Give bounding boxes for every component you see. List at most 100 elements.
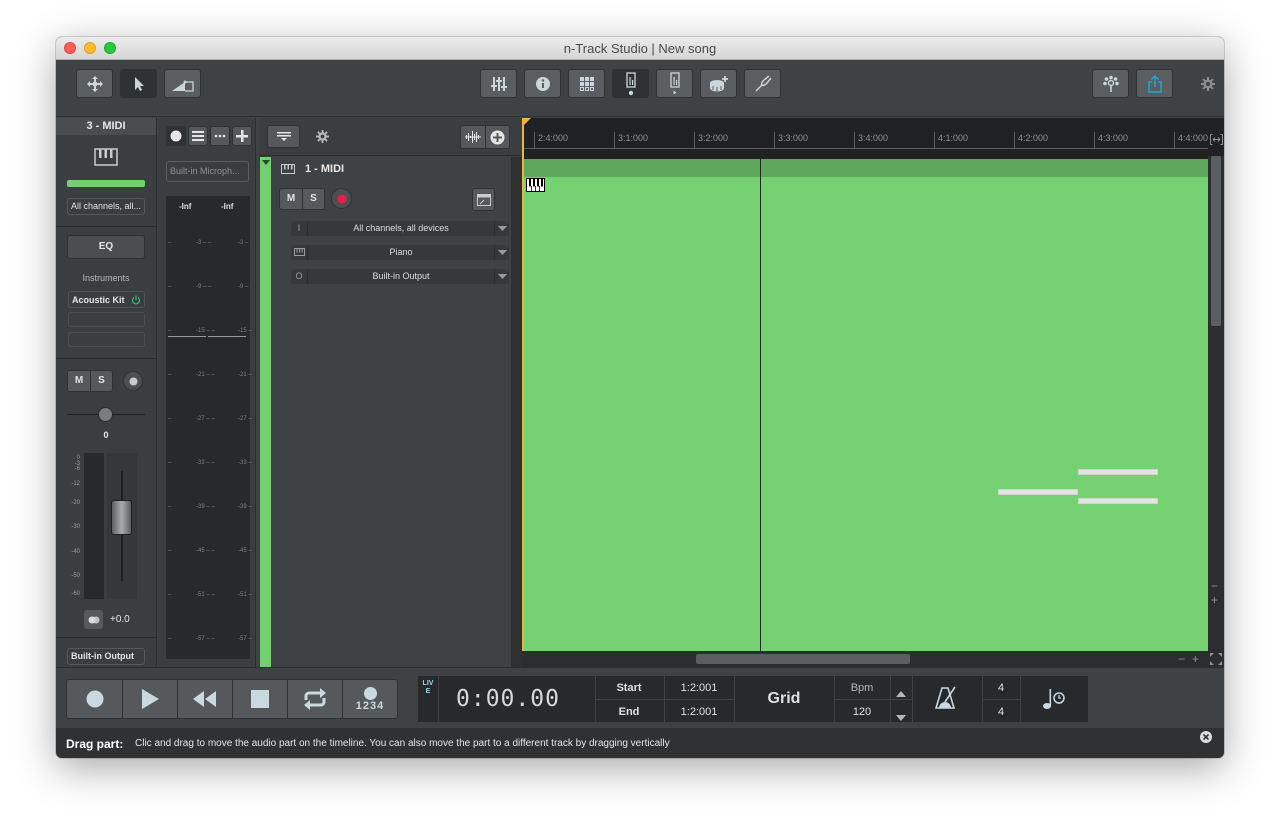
end-value[interactable]: 1:2:001 — [664, 706, 734, 718]
midi-note[interactable] — [998, 489, 1078, 495]
add-audio-track-button[interactable] — [461, 126, 485, 148]
metronome-button[interactable] — [934, 686, 958, 715]
pan-slider-knob[interactable] — [98, 407, 113, 422]
track-menu-button[interactable] — [267, 125, 300, 148]
add-button[interactable] — [232, 126, 252, 146]
horizontal-scroll-thumb[interactable] — [696, 654, 910, 664]
timeline-area[interactable]: 2:4:000 3:1:000 3:2:000 3:3:000 3:4:000 4:1:0… — [522, 118, 1224, 667]
add-track-button[interactable] — [485, 126, 509, 148]
output-selector[interactable]: Built-in Output — [67, 648, 145, 665]
timeline-ruler[interactable]: 2:4:000 3:1:000 3:2:000 3:3:000 3:4:000 4:1:0… — [522, 118, 1208, 156]
start-value[interactable]: 1:2:001 — [664, 682, 734, 694]
fit-all-icon[interactable] — [1210, 653, 1222, 665]
vertical-scrollbar[interactable]: − + — [1208, 156, 1224, 667]
mixer-button[interactable] — [480, 69, 517, 98]
bpm-down-button[interactable] — [896, 708, 906, 726]
track-gutter — [511, 157, 522, 667]
eq-button[interactable]: EQ — [67, 235, 145, 259]
empty-instrument-slot[interactable] — [68, 312, 145, 327]
track-solo-button[interactable]: S — [302, 189, 324, 209]
list-view-button[interactable] — [188, 126, 208, 146]
volume-fader-knob[interactable] — [111, 500, 132, 535]
horizontal-zoom-in-button[interactable]: + — [1192, 653, 1199, 665]
collapse-triangle-icon[interactable] — [262, 160, 270, 165]
track-record-arm-button[interactable] — [331, 188, 352, 209]
volume-fader-track[interactable] — [107, 453, 137, 599]
playhead[interactable] — [522, 118, 531, 651]
input-device-selector[interactable]: Built-in Microph... — [166, 161, 249, 182]
right-peak-value: -Inf — [221, 202, 234, 211]
track-name[interactable]: 1 - MIDI — [305, 163, 344, 175]
status-close-button[interactable] — [1200, 731, 1212, 743]
ruler-tick — [1174, 132, 1175, 148]
track-output-dropdown[interactable]: O Built-in Output — [291, 269, 509, 284]
piano-roll-view-button[interactable] — [656, 69, 693, 98]
time-signature-numerator[interactable]: 4 — [982, 682, 1020, 694]
record-arm-button[interactable] — [123, 371, 143, 391]
track-header[interactable]: 1 - MIDI M S I All channels, all devices… — [271, 157, 511, 667]
track-instrument-dropdown[interactable]: Piano — [291, 245, 509, 260]
track-color-strip[interactable] — [260, 157, 271, 667]
record-mode-button[interactable] — [166, 126, 186, 146]
play-button[interactable] — [122, 680, 177, 718]
settings-button[interactable] — [1201, 77, 1215, 96]
horizontal-scrollbar[interactable]: − + — [522, 651, 1222, 667]
playhead-marker-icon[interactable] — [522, 118, 531, 127]
tracks-settings-button[interactable] — [316, 130, 329, 148]
track-color-bar — [67, 180, 145, 187]
vertical-zoom-in-button[interactable]: + — [1211, 594, 1218, 606]
waveform-icon — [465, 131, 481, 143]
ruler-label: 4:2:000 — [1018, 133, 1049, 143]
more-options-button[interactable] — [210, 126, 230, 146]
stop-button[interactable] — [232, 680, 287, 718]
drum-plus-icon — [709, 75, 728, 91]
tempo-track-button[interactable] — [1042, 687, 1066, 716]
step-sequencer-button[interactable] — [568, 69, 605, 98]
midi-input-selector[interactable]: All channels, all... — [67, 198, 145, 215]
time-display[interactable]: 0:00.00 — [456, 686, 560, 712]
track-input-dropdown[interactable]: I All channels, all devices — [291, 221, 509, 236]
add-drum-track-button[interactable] — [700, 69, 737, 98]
loop-button[interactable] — [287, 680, 342, 718]
time-signature-denominator[interactable]: 4 — [982, 706, 1020, 718]
bpm-up-button[interactable] — [896, 684, 906, 702]
horizontal-zoom-out-button[interactable]: − — [1178, 653, 1185, 665]
midi-note[interactable] — [1078, 498, 1158, 504]
move-tool-button[interactable] — [76, 69, 113, 98]
midi-clip[interactable] — [524, 177, 1208, 651]
track-mute-button[interactable]: M — [280, 189, 302, 209]
select-tool-button[interactable] — [120, 69, 157, 98]
meter-tick: -27 – – — [196, 416, 215, 422]
meter-tick: – — [168, 372, 172, 378]
fit-width-button[interactable] — [1210, 132, 1223, 150]
live-indicator[interactable]: LIVE — [421, 680, 435, 696]
stereo-button[interactable] — [84, 610, 103, 629]
right-threshold-slider[interactable] — [208, 336, 246, 337]
envelope-tool-button[interactable] — [164, 69, 201, 98]
instrument-slot[interactable]: Acoustic Kit — [68, 291, 145, 308]
info-button[interactable] — [524, 69, 561, 98]
songtree-button[interactable] — [1092, 69, 1129, 98]
tuner-button[interactable] — [744, 69, 781, 98]
db-tick: -6 — [74, 466, 80, 472]
left-threshold-slider[interactable] — [168, 336, 206, 337]
mute-button[interactable]: M — [68, 371, 90, 391]
vertical-scroll-thumb[interactable] — [1211, 156, 1221, 326]
empty-instrument-slot[interactable] — [68, 332, 145, 347]
chevron-down-icon — [494, 221, 509, 236]
record-button[interactable] — [67, 680, 122, 718]
transport-display: LIVE 0:00.00 Start End 1:2:001 1:2:001 G… — [418, 676, 1088, 722]
grid-button[interactable]: Grid — [734, 690, 834, 708]
count-in-button[interactable]: 1234 — [342, 680, 397, 718]
track-automation-button[interactable] — [472, 188, 495, 211]
solo-button[interactable]: S — [90, 371, 112, 391]
midi-clip-header[interactable] — [524, 159, 1208, 177]
power-icon[interactable] — [131, 295, 141, 305]
bpm-value[interactable]: 120 — [834, 706, 890, 718]
midi-note[interactable] — [1078, 469, 1158, 475]
ruler-tick — [1094, 132, 1095, 148]
share-button[interactable] — [1136, 69, 1173, 98]
vertical-zoom-out-button[interactable]: − — [1211, 580, 1218, 592]
tracks-view-button[interactable] — [612, 69, 649, 98]
rewind-button[interactable] — [177, 680, 232, 718]
